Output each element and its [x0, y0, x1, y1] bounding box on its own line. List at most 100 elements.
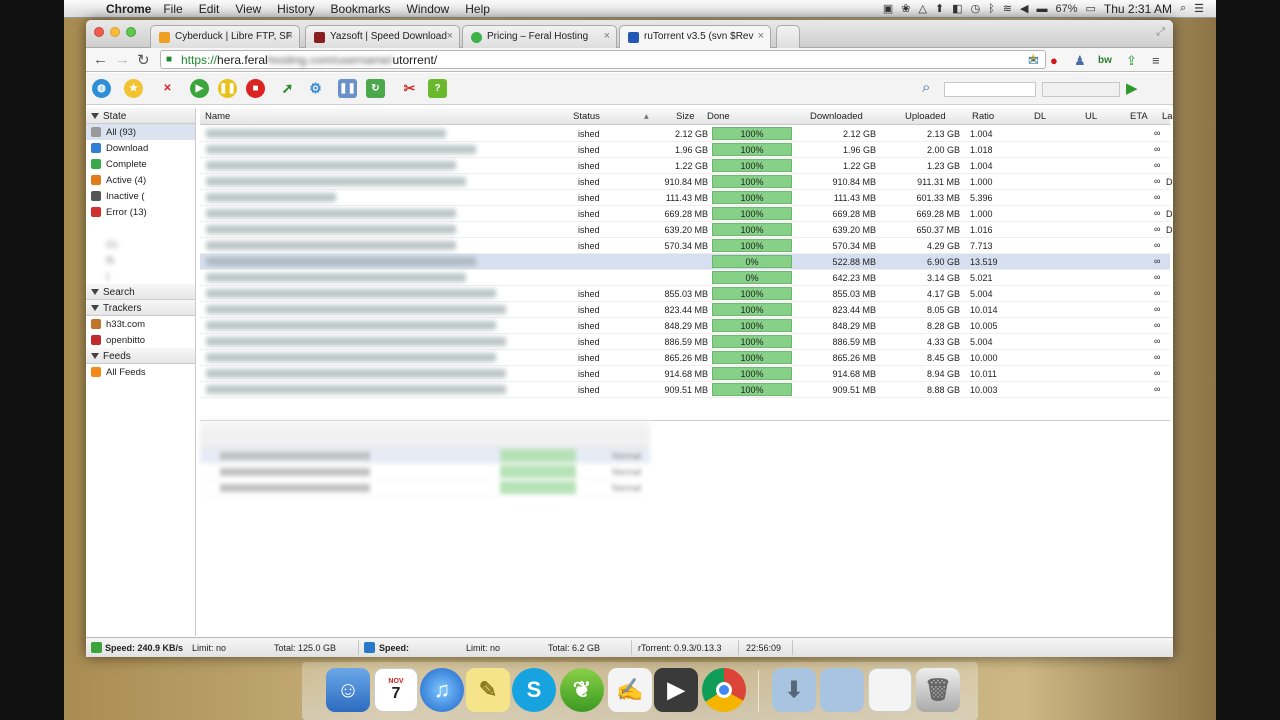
chrome-dock-icon[interactable]: [702, 668, 746, 712]
table-row[interactable]: ished 914.68 MB 100% 914.68 MB 8.94 GB 10.011…: [200, 366, 1170, 382]
table-row[interactable]: ished 910.84 MB 100% 910.84 MB 911.31 MB 1.00…: [200, 174, 1173, 190]
column-status[interactable]: Status: [573, 111, 600, 122]
column-uploaded[interactable]: Uploaded: [905, 111, 946, 122]
bluetooth-icon[interactable]: ᛒ: [988, 3, 995, 15]
search-go-icon[interactable]: ▶: [1126, 79, 1138, 97]
skype-icon[interactable]: S: [512, 668, 556, 712]
details-tabs[interactable]: [200, 420, 650, 434]
leaf-app-icon[interactable]: ❦: [560, 668, 604, 712]
label-item[interactable]: ): [86, 268, 195, 284]
table-row[interactable]: ished 855.03 MB 100% 855.03 MB 4.17 GB 5.004 ∞: [200, 286, 1170, 302]
table-row[interactable]: 0% 642.23 MB 3.14 GB 5.021 ∞: [200, 270, 1170, 286]
textedit-icon[interactable]: ✍: [608, 668, 652, 712]
label-item[interactable]: (1): [86, 236, 195, 252]
close-tab-icon[interactable]: ×: [604, 30, 610, 42]
refresh-icon[interactable]: ↻: [366, 79, 385, 98]
tab-feral-pricing[interactable]: Pricing – Feral Hosting ×: [462, 25, 617, 48]
address-bar[interactable]: ■ https://hera.feralhosting.com/username…: [160, 50, 1046, 69]
add-torrent-star-icon[interactable]: ★: [124, 79, 143, 98]
column-ratio[interactable]: Ratio: [972, 111, 994, 122]
feeds-section-header[interactable]: Feeds: [86, 348, 195, 364]
close-tab-icon[interactable]: ×: [758, 30, 764, 42]
state-item[interactable]: Download: [86, 140, 195, 156]
list-icon[interactable]: ☰: [1194, 2, 1204, 15]
column-eta[interactable]: ETA: [1130, 111, 1148, 122]
minimize-window-button[interactable]: [110, 27, 120, 37]
table-row[interactable]: ished 669.28 MB 100% 669.28 MB 669.28 MB 1.00…: [200, 206, 1173, 222]
table-row[interactable]: ished 909.51 MB 100% 909.51 MB 8.88 GB 10.003…: [200, 382, 1170, 398]
back-icon[interactable]: ←: [93, 51, 108, 68]
table-row[interactable]: ished 111.43 MB 100% 111.43 MB 601.33 MB 5.39…: [200, 190, 1170, 206]
table-row[interactable]: ished 2.12 GB 100% 2.12 GB 2.13 GB 1.004 ∞: [200, 126, 1170, 142]
file-row[interactable]: Normal: [200, 448, 650, 464]
feed-item[interactable]: All Feeds: [86, 364, 195, 380]
close-tab-icon[interactable]: ×: [447, 30, 453, 42]
stop-icon[interactable]: ■: [246, 79, 265, 98]
search-engine-select[interactable]: [1042, 82, 1120, 97]
finder-icon[interactable]: ☺: [326, 668, 370, 712]
help-icon[interactable]: ?: [428, 79, 447, 98]
label-item[interactable]: 8): [86, 252, 195, 268]
stickies-icon[interactable]: ✎: [466, 668, 510, 712]
camera-icon[interactable]: ▣: [883, 2, 893, 15]
file-row[interactable]: Normal: [200, 480, 650, 496]
download-limit[interactable]: Limit: no: [192, 643, 226, 653]
tracker-item[interactable]: h33t.com: [86, 316, 195, 332]
calendar-icon[interactable]: NOV 7: [374, 668, 418, 712]
table-row[interactable]: ished 886.59 MB 100% 886.59 MB 4.33 GB 5.004 ∞: [200, 334, 1170, 350]
menu-window[interactable]: Window: [407, 2, 450, 16]
upload-limit[interactable]: Limit: no: [466, 643, 500, 653]
table-row[interactable]: ished 848.29 MB 100% 848.29 MB 8.28 GB 10.005…: [200, 318, 1170, 334]
remove-torrent-icon[interactable]: ✕: [158, 79, 177, 98]
menu-history[interactable]: History: [277, 2, 314, 16]
state-item[interactable]: Active (4): [86, 172, 195, 188]
table-row[interactable]: ished 639.20 MB 100% 639.20 MB 650.37 MB 1.01…: [200, 222, 1173, 238]
sync-icon[interactable]: ❀: [901, 2, 910, 15]
battery-icon[interactable]: 67%: [1055, 3, 1077, 15]
menu-view[interactable]: View: [235, 2, 261, 16]
trackers-section-header[interactable]: Trackers: [86, 300, 195, 316]
new-tab-button[interactable]: [776, 25, 800, 48]
reload-icon[interactable]: ↻: [137, 51, 150, 69]
file-row[interactable]: Normal: [200, 464, 650, 480]
extension-user-icon[interactable]: ♟: [1074, 53, 1086, 69]
applications-folder-icon[interactable]: [820, 668, 864, 712]
state-item[interactable]: Complete: [86, 156, 195, 172]
menubar-clock[interactable]: Thu 2:31 AM: [1104, 2, 1172, 16]
settings-gear-icon[interactable]: ⚙: [306, 79, 325, 98]
extension-share-icon[interactable]: ⇪: [1126, 53, 1137, 69]
column-size[interactable]: Size: [676, 111, 694, 122]
search-input[interactable]: [944, 82, 1036, 97]
tracker-item[interactable]: openbitto: [86, 332, 195, 348]
state-item[interactable]: All (93): [86, 124, 195, 140]
search-section-header[interactable]: Search: [86, 284, 195, 300]
volume-icon[interactable]: ◀: [1020, 2, 1028, 15]
tools-icon[interactable]: ✂: [400, 79, 419, 98]
table-row[interactable]: 0% 522.88 MB 6.90 GB 13.519 ∞: [200, 254, 1170, 270]
pause-icon[interactable]: ❚❚: [218, 79, 237, 98]
rss-icon[interactable]: ➚: [278, 79, 297, 98]
document-stack-icon[interactable]: [868, 668, 912, 712]
extension-opera-icon[interactable]: ●: [1050, 53, 1058, 68]
column-dl[interactable]: DL: [1034, 111, 1046, 122]
tab-cyberduck[interactable]: Cyberduck | Libre FTP, SF ×: [150, 25, 300, 48]
table-row[interactable]: ished 865.26 MB 100% 865.26 MB 8.45 GB 10.000…: [200, 350, 1170, 366]
itunes-icon[interactable]: ♫: [420, 668, 464, 712]
state-item[interactable]: Error (13): [86, 204, 195, 220]
tab-rutorrent[interactable]: ruTorrent v3.5 (svn $Rev ×: [619, 25, 771, 49]
column-done[interactable]: Done: [707, 111, 730, 122]
app-menu[interactable]: Chrome: [106, 2, 151, 16]
photo-booth-icon[interactable]: ▶: [654, 668, 698, 712]
column-ul[interactable]: UL: [1085, 111, 1097, 122]
zoom-window-button[interactable]: [126, 27, 136, 37]
close-tab-icon[interactable]: ×: [287, 30, 293, 42]
extension-mail-icon[interactable]: ✉: [1028, 53, 1039, 69]
state-item[interactable]: Inactive (: [86, 188, 195, 204]
trash-icon[interactable]: 🗑: [916, 668, 960, 712]
bag-icon[interactable]: ◧: [952, 2, 962, 15]
column-name[interactable]: Name: [205, 111, 230, 122]
menu-bookmarks[interactable]: Bookmarks: [331, 2, 391, 16]
fullscreen-icon[interactable]: ⤢: [1156, 26, 1165, 39]
pause-ui-icon[interactable]: ❚❚: [338, 79, 357, 98]
upload-icon[interactable]: ⬆: [935, 2, 944, 15]
